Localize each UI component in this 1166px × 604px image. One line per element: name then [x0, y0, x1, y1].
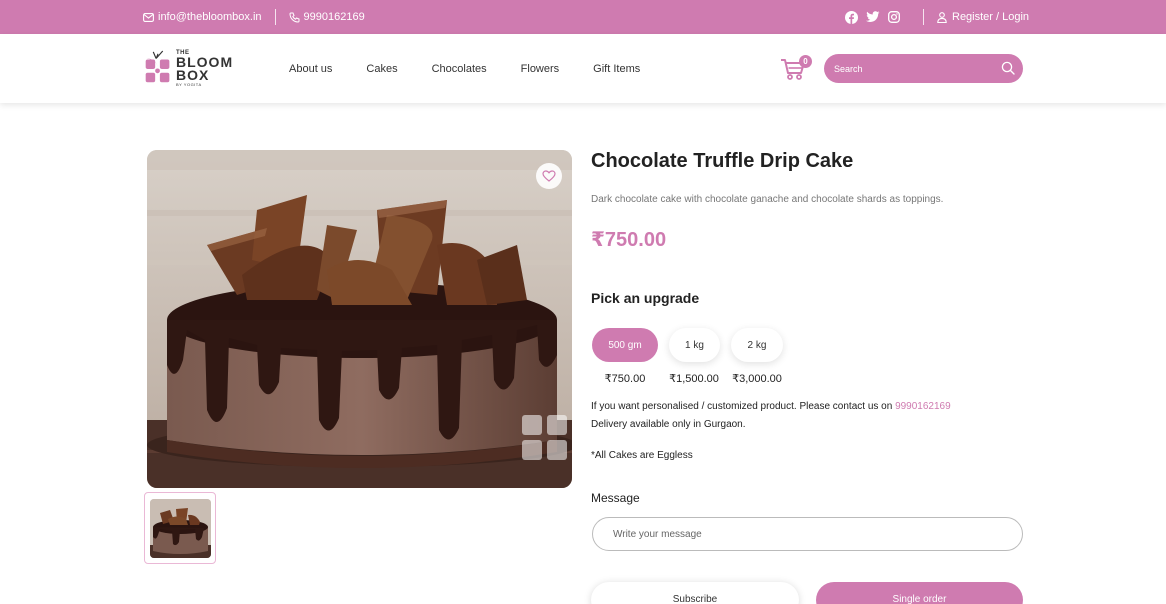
nav-about-us[interactable]: About us — [289, 63, 332, 75]
instagram-icon[interactable] — [888, 11, 900, 23]
size-option-label: 2 kg — [747, 339, 767, 351]
single-order-button-label: Single order — [892, 594, 947, 604]
chocolate-cake-image — [147, 150, 572, 488]
upgrade-heading: Pick an upgrade — [591, 290, 700, 306]
user-icon — [937, 11, 947, 23]
message-input[interactable] — [592, 517, 1023, 551]
phone-link[interactable]: 9990162169 — [289, 11, 365, 23]
nav-cakes[interactable]: Cakes — [366, 63, 397, 75]
wishlist-button[interactable] — [536, 163, 562, 189]
subscribe-button-label: Subscribe — [672, 594, 718, 604]
product-title: Chocolate Truffle Drip Cake — [591, 150, 854, 172]
heart-icon — [542, 170, 556, 182]
brand-line-3: BOX — [176, 66, 210, 83]
product-main-image — [147, 150, 572, 488]
search-icon[interactable] — [1001, 61, 1015, 75]
delivery-note: Delivery available only in Gurgaon. — [591, 419, 746, 430]
email-link[interactable]: info@thebloombox.in — [143, 11, 262, 23]
main-nav: About us Cakes Chocolates Flowers Gift I… — [289, 34, 640, 103]
nav-gift-items[interactable]: Gift Items — [593, 63, 640, 75]
brand-wordmark: THE BLOOM BOX BY YOGITA — [176, 50, 233, 87]
size-option-label: 500 gm — [608, 339, 642, 351]
phone-icon — [289, 12, 300, 23]
eggless-note: *All Cakes are Eggless — [591, 450, 693, 461]
custom-order-note: If you want personalised / customized pr… — [591, 401, 951, 412]
social-links — [845, 10, 900, 24]
subscribe-button[interactable]: Subscribe — [591, 582, 799, 604]
main-header: THE BLOOM BOX BY YOGITA About us Cakes C… — [0, 34, 1166, 103]
nav-chocolates[interactable]: Chocolates — [432, 63, 487, 75]
size-option-label: 1 kg — [685, 339, 704, 351]
divider — [923, 9, 924, 25]
twitter-icon[interactable] — [866, 11, 880, 23]
email-text: info@thebloombox.in — [158, 11, 262, 23]
cart-button[interactable]: 0 — [780, 55, 812, 84]
custom-order-phone-link[interactable]: 9990162169 — [895, 401, 951, 412]
register-login-link[interactable]: Register / Login — [937, 11, 1029, 23]
product-description: Dark chocolate cake with chocolate ganac… — [591, 194, 944, 205]
size-option-price: ₹1,500.00 — [669, 373, 719, 385]
size-option-1kg[interactable]: 1 kg — [669, 328, 720, 362]
brand-logo[interactable]: THE BLOOM BOX BY YOGITA — [143, 46, 239, 90]
custom-order-text: If you want personalised / customized pr… — [591, 401, 893, 412]
message-label: Message — [591, 491, 640, 505]
top-bar-right: Register / Login — [845, 0, 1029, 34]
search-box — [824, 54, 1023, 83]
single-order-button[interactable]: Single order — [816, 582, 1023, 604]
size-option-price: ₹750.00 — [604, 373, 646, 385]
top-bar: info@thebloombox.in 9990162169 Register … — [0, 0, 1166, 34]
thumbnail-image — [150, 499, 211, 558]
contact-info: info@thebloombox.in 9990162169 — [143, 0, 365, 34]
search-input[interactable] — [834, 61, 984, 76]
nav-flowers[interactable]: Flowers — [521, 63, 560, 75]
cart-count-badge: 0 — [799, 55, 812, 68]
flower-logo-icon — [145, 50, 170, 83]
size-option-500gm[interactable]: 500 gm — [592, 328, 658, 362]
product-price: ₹750.00 — [591, 229, 667, 251]
divider — [274, 9, 276, 25]
brand-line-4: BY YOGITA — [176, 81, 202, 87]
mail-icon — [143, 12, 154, 22]
phone-text: 9990162169 — [303, 11, 365, 23]
product-thumbnail[interactable] — [144, 492, 216, 564]
size-option-2kg[interactable]: 2 kg — [731, 328, 783, 362]
size-option-price: ₹3,000.00 — [732, 373, 782, 385]
facebook-icon[interactable] — [845, 10, 858, 24]
login-text: Register / Login — [952, 11, 1030, 23]
